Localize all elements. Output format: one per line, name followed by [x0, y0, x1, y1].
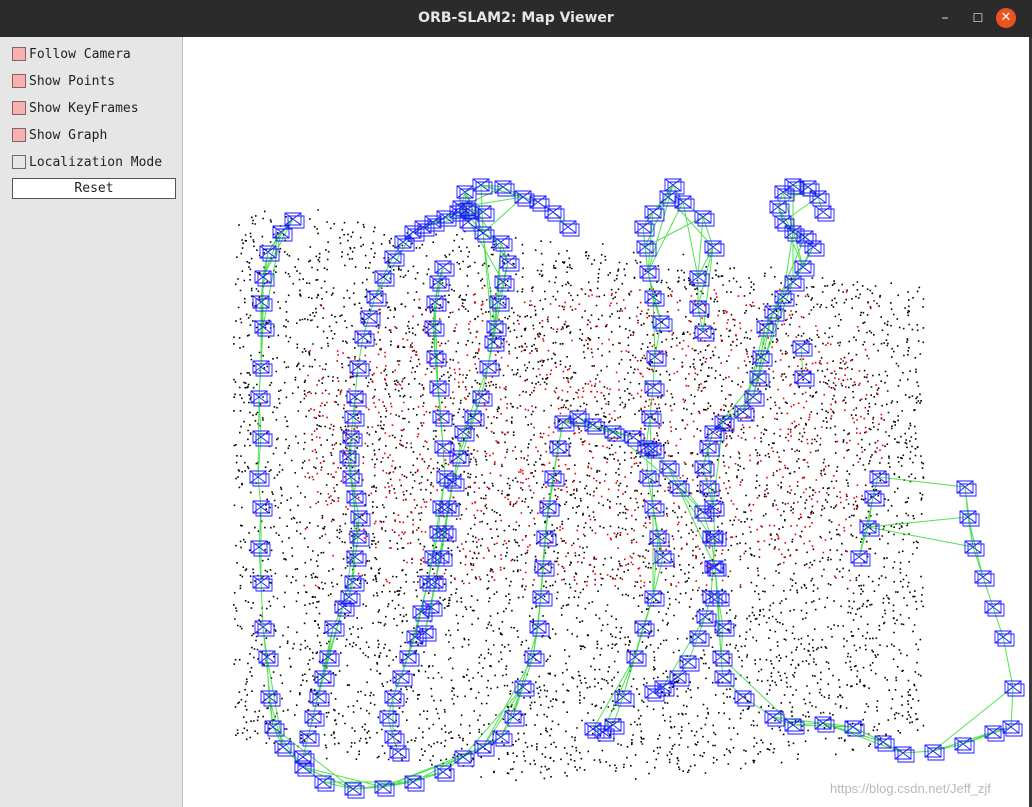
show-graph-checkbox[interactable]: Show Graph [12, 125, 107, 145]
show-graph-label: Show Graph [29, 127, 108, 143]
show-points-label: Show Points [29, 73, 116, 89]
keyframes [249, 178, 1025, 799]
map-points-cloud [233, 209, 925, 781]
keyframe-frustums [249, 178, 1025, 799]
localization-mode-checkbox[interactable]: Localization Mode [12, 152, 162, 172]
localization-mode-box[interactable] [12, 155, 26, 169]
follow-camera-checkbox[interactable]: Follow Camera [12, 44, 131, 64]
show-keyframes-label: Show KeyFrames [29, 100, 139, 116]
title-bar: ORB-SLAM2: Map Viewer – ☐ ✕ [0, 0, 1032, 37]
follow-camera-label: Follow Camera [29, 46, 131, 62]
localization-mode-label: Localization Mode [29, 154, 163, 170]
show-keyframes-box[interactable] [12, 101, 26, 115]
map-points [233, 209, 925, 781]
show-keyframes-checkbox[interactable]: Show KeyFrames [12, 98, 139, 118]
map-viewer-canvas[interactable] [183, 37, 1029, 807]
minimize-icon[interactable]: – [934, 7, 956, 29]
control-panel: Follow Camera Show Points Show KeyFrames… [0, 37, 183, 807]
show-points-checkbox[interactable]: Show Points [12, 71, 115, 91]
close-icon[interactable]: ✕ [996, 8, 1016, 28]
reset-button[interactable]: Reset [12, 178, 176, 199]
follow-camera-box[interactable] [12, 47, 26, 61]
window-title: ORB-SLAM2: Map Viewer [418, 10, 614, 26]
map-visualization[interactable] [183, 37, 1029, 807]
maximize-icon[interactable]: ☐ [967, 7, 989, 29]
show-points-box[interactable] [12, 74, 26, 88]
watermark-text: https://blog.csdn.net/Jeff_zjf [830, 781, 991, 796]
show-graph-box[interactable] [12, 128, 26, 142]
